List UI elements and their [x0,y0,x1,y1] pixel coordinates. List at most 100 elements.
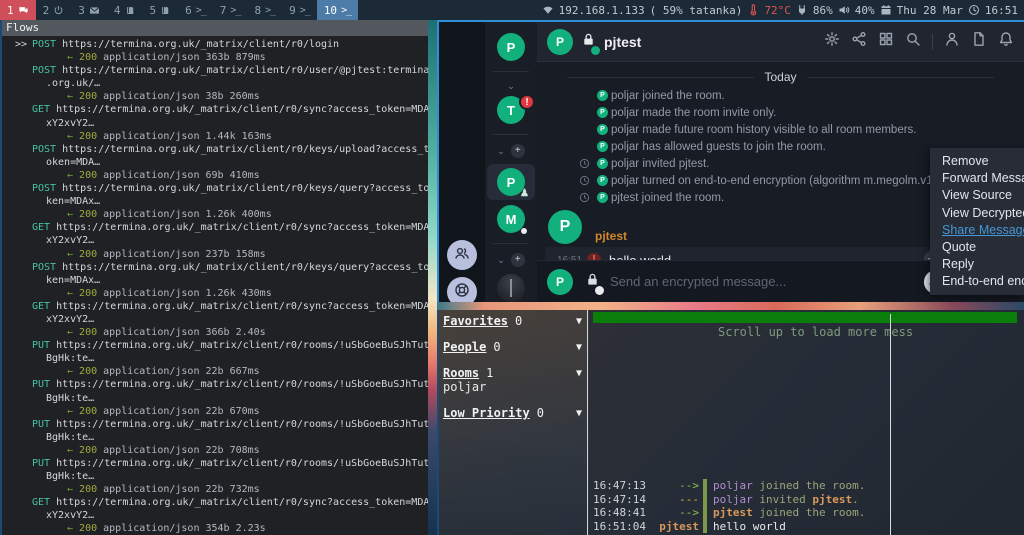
console-timeline: Scroll up to load more mess 16:47:13-->p… [589,310,1024,535]
section-label: People [443,340,486,354]
room-list-item[interactable]: poljar [439,380,587,394]
workspace-number: 5 [150,4,157,17]
context-menu-item[interactable]: Forward Message [930,170,1024,187]
room-avatar-selected[interactable]: P♟ [487,164,535,200]
wifi-detail: ( 59% tatanka) [650,4,743,17]
sender-avatar[interactable]: P [548,210,582,244]
context-menu-item[interactable]: Reply [930,256,1024,273]
event-avatar-dot: P [597,175,608,186]
room-avatar-item[interactable]: P [497,33,525,61]
rail-section-head: ⌄+ [497,144,525,158]
room-avatar-item[interactable]: T! [497,96,525,124]
flow-entry[interactable]: GET https://termina.org.uk/_matrix/clien… [2,221,428,260]
context-menu-item[interactable]: Share Message [930,222,1024,239]
files-icon[interactable] [971,31,987,52]
flow-entry[interactable]: POST https://termina.org.uk/_matrix/clie… [2,143,428,182]
flow-entry[interactable]: POST https://termina.org.uk/_matrix/clie… [2,182,428,221]
workspace-6[interactable]: 6>_ [178,0,213,20]
workspace-9[interactable]: 9>_ [282,0,317,20]
ip-address: 192.168.1.133 [559,4,645,17]
workspace-1[interactable]: 1 [0,0,36,20]
workspace-2[interactable]: 2 [36,0,72,20]
flow-entry[interactable]: GET https://termina.org.uk/_matrix/clien… [2,103,428,142]
flow-list[interactable]: >>POST https://termina.org.uk/_matrix/cl… [2,36,428,535]
community-button[interactable] [447,240,477,270]
wallpaper-gap-horizontal [437,302,1024,310]
section-label: Low Priority [443,406,530,420]
flow-entry[interactable]: >>POST https://termina.org.uk/_matrix/cl… [2,38,428,64]
composer-lock-icon [585,272,600,292]
flow-entry[interactable]: GET https://termina.org.uk/_matrix/clien… [2,300,428,339]
sidebar-section-people[interactable]: People0▼ [439,340,587,354]
context-menu-item[interactable]: View Decrypted S [930,205,1024,222]
sidebar-section-favorites[interactable]: Favorites0▼ [439,314,587,328]
people-group-icon [454,245,470,266]
term-icon: >_ [230,5,240,16]
workspace-number: 2 [43,4,50,17]
context-menu-item[interactable]: End-to-end encry [930,273,1024,290]
collapse-triangle-icon[interactable]: ▼ [576,407,582,421]
workspace-8[interactable]: 8>_ [247,0,282,20]
workspace-3[interactable]: 3 [71,0,107,20]
section-label: Favorites [443,314,508,328]
chevron-down-icon[interactable]: ⌄ [507,81,515,91]
workspace-4[interactable]: 4 [107,0,143,20]
volume-level: 40% [855,4,875,17]
workspace-number: 10 [324,4,337,17]
room-avatar[interactable]: P [547,29,573,55]
share-icon[interactable] [851,31,867,52]
chevron-down-icon[interactable]: ⌄ [497,146,505,156]
flow-entry[interactable]: PUT https://termina.org.uk/_matrix/clien… [2,339,428,378]
section-count: 1 [486,366,493,380]
workspace-number: 6 [185,4,192,17]
composer-input[interactable]: Send an encrypted message... [610,274,924,289]
scrollup-notice[interactable]: Scroll up to load more mess [718,325,913,339]
search-icon[interactable] [905,31,921,52]
wallpaper-gap-vertical [428,20,437,535]
message-text: hello world [609,253,671,261]
chevron-down-icon[interactable]: ⌄ [497,255,505,265]
sidebar-section-low-priority[interactable]: Low Priority0▼ [439,406,587,420]
workspace-list: 123456>_7>_8>_9>_10>_ [0,0,358,20]
flow-entry[interactable]: POST https://termina.org.uk/_matrix/clie… [2,261,428,300]
context-menu-item[interactable]: View Source [930,187,1024,204]
state-event: Ppoljar joined the room. [537,90,1024,102]
console-client-window: Favorites0▼People0▼Rooms1▼poljarLow Prio… [437,310,1024,535]
context-menu-item[interactable]: Quote [930,239,1024,256]
power-icon [53,5,64,16]
event-avatar-dot: P [597,158,608,169]
add-room-button[interactable]: + [511,253,525,267]
settings-icon[interactable] [824,31,840,52]
sidebar-section-rooms[interactable]: Rooms1▼ [439,366,587,380]
flow-entry[interactable]: PUT https://termina.org.uk/_matrix/clien… [2,418,428,457]
flow-entry[interactable]: GET https://termina.org.uk/_matrix/clien… [2,496,428,535]
members-icon[interactable] [944,31,960,52]
term-icon: >_ [265,5,275,16]
event-text: poljar made future room history visible … [611,124,917,136]
flow-entry[interactable]: POST https://termina.org.uk/_matrix/clie… [2,64,428,103]
room-list-sidebar: Favorites0▼People0▼Rooms1▼poljarLow Prio… [439,310,588,535]
workspace-7[interactable]: 7>_ [213,0,248,20]
widgets-grid-icon[interactable] [878,31,894,52]
notifications-icon[interactable] [998,31,1014,52]
header-actions [824,31,1014,52]
collapse-triangle-icon[interactable]: ▼ [576,367,582,381]
flow-entry[interactable]: PUT https://termina.org.uk/_matrix/clien… [2,457,428,496]
workspace-number: 1 [7,4,14,17]
chat-prefix: --- [651,493,699,506]
pending-clock-icon [579,192,590,206]
help-button[interactable] [447,277,477,302]
collapse-triangle-icon[interactable]: ▼ [576,315,582,329]
room-avatar-item[interactable]: M [497,205,525,233]
workspace-5[interactable]: 5 [143,0,179,20]
speaker-icon [838,4,850,16]
collapse-triangle-icon[interactable]: ▼ [576,341,582,355]
system-status: 192.168.1.133 ( 59% tatanka) 72°C 86% 40… [542,4,1024,17]
room-avatar-image[interactable] [497,274,525,302]
workspace-10[interactable]: 10>_ [317,0,358,20]
add-room-button[interactable]: + [511,144,525,158]
prefix-separator-bar [703,520,707,533]
workspace-number: 7 [220,4,227,17]
context-menu-item[interactable]: Remove [930,153,1024,170]
flow-entry[interactable]: PUT https://termina.org.uk/_matrix/clien… [2,378,428,417]
